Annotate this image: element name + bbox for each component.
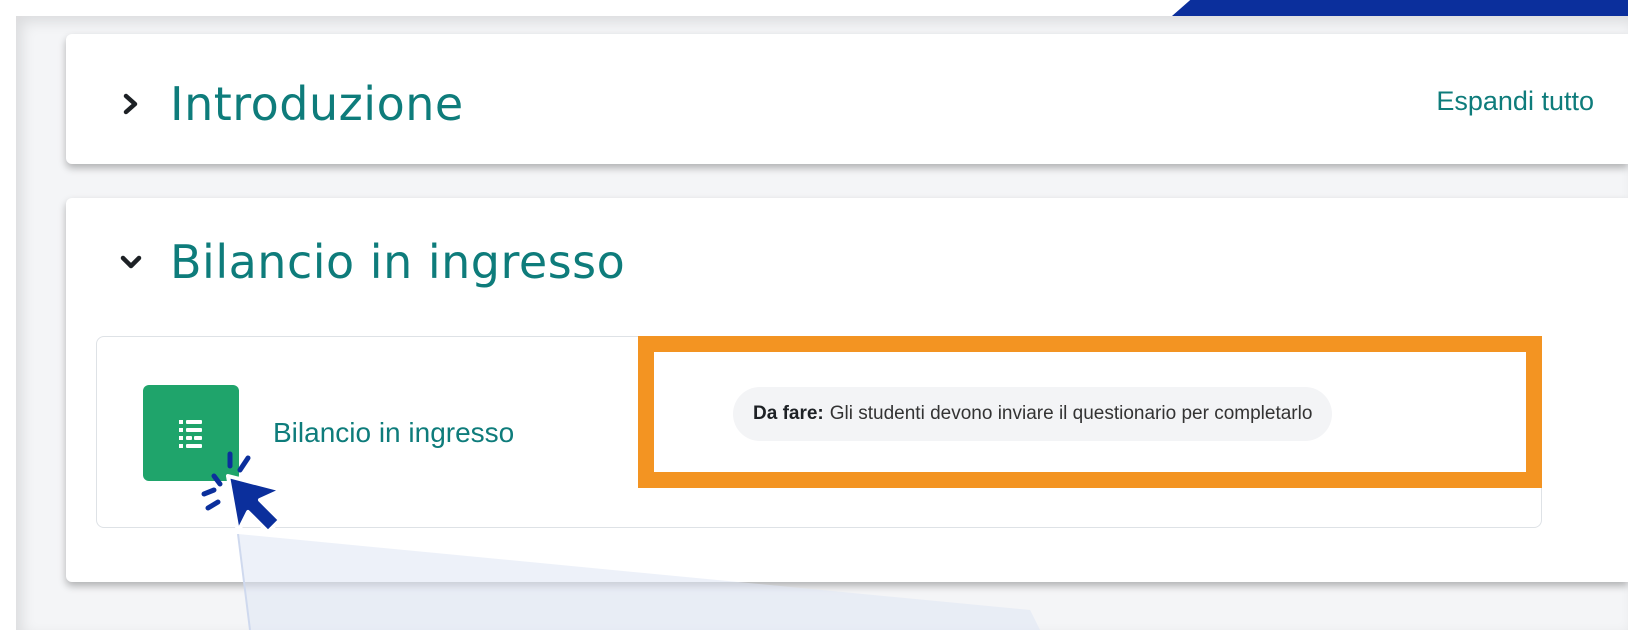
activity-item: Bilancio in ingresso Da fare: Gli studen… <box>96 336 1542 528</box>
section-bilancio-in-ingresso: Bilancio in ingresso Bilancio in ingress… <box>66 198 1628 582</box>
chevron-right-icon[interactable] <box>118 91 144 117</box>
corner-accent <box>1172 0 1628 16</box>
section-title[interactable]: Introduzione <box>170 74 464 134</box>
section-title[interactable]: Bilancio in ingresso <box>170 232 625 292</box>
section-introduzione: Introduzione Espandi tutto <box>66 34 1628 164</box>
completion-status-badge: Da fare: Gli studenti devono inviare il … <box>733 387 1333 441</box>
backdrop-left <box>0 16 16 630</box>
section-toggle-bilancio[interactable]: Bilancio in ingresso <box>118 232 625 292</box>
expand-all-link[interactable]: Espandi tutto <box>1436 86 1594 117</box>
completion-status-label: Da fare: <box>753 403 824 424</box>
questionnaire-icon[interactable] <box>143 385 239 481</box>
chevron-down-icon[interactable] <box>118 249 144 275</box>
activity-name-link[interactable]: Bilancio in ingresso <box>273 417 514 449</box>
section-toggle-introduzione[interactable]: Introduzione <box>118 74 464 134</box>
completion-status-text: Gli studenti devono inviare il questiona… <box>829 403 1313 424</box>
